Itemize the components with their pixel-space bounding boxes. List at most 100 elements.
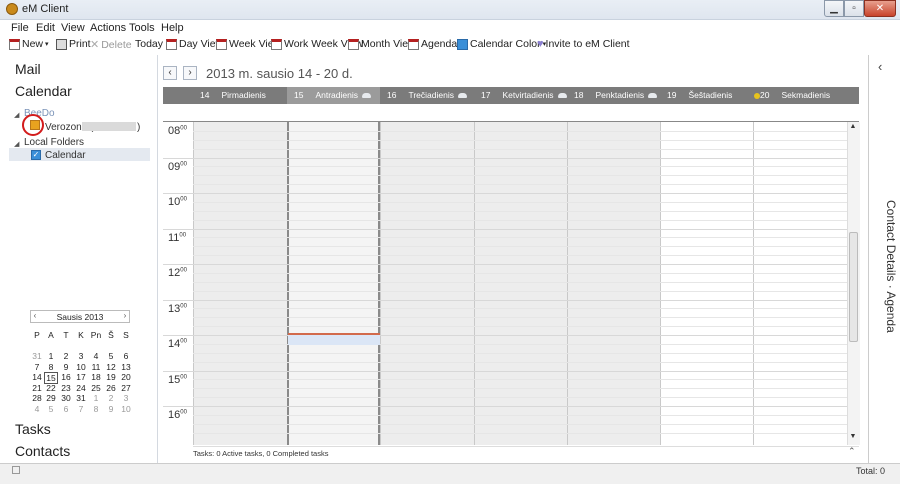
collapse-triangle-icon[interactable]: ◢ <box>14 140 19 148</box>
collapse-triangle-icon[interactable]: ◢ <box>14 111 19 119</box>
quarter-gridline <box>193 379 847 381</box>
menu-actions[interactable]: Actions <box>90 22 126 34</box>
minical-day[interactable]: 9 <box>104 404 118 414</box>
all-day-row[interactable] <box>163 104 859 122</box>
calendar-color-button[interactable]: Calendar Color ▾ <box>457 38 546 50</box>
minical-day[interactable]: 23 <box>59 383 73 393</box>
minical-day[interactable]: 8 <box>89 404 103 414</box>
minical-day[interactable]: 7 <box>30 362 44 372</box>
scrollbar-thumb[interactable] <box>849 232 858 342</box>
day-header[interactable]: 17 Ketvirtadienis <box>474 87 567 104</box>
chevron-left-icon[interactable]: ‹ <box>878 59 882 74</box>
minical-day[interactable]: 5 <box>44 404 58 414</box>
minical-day[interactable]: 13 <box>119 362 133 372</box>
day-header[interactable]: 19 Šeštadienis <box>660 87 761 104</box>
menu-edit[interactable]: Edit <box>36 22 55 34</box>
minical-day[interactable]: 28 <box>30 393 44 403</box>
hour-gridline <box>163 370 847 372</box>
minical-day[interactable]: 25 <box>89 383 103 393</box>
nav-tasks[interactable]: Tasks <box>15 421 51 437</box>
minical-day[interactable]: 18 <box>89 372 103 382</box>
minical-day[interactable]: 8 <box>44 362 58 372</box>
minical-day[interactable]: 27 <box>119 383 133 393</box>
day-header[interactable]: 20 Sekmadienis <box>753 87 859 104</box>
scroll-down-icon[interactable]: ▼ <box>848 433 858 443</box>
day-header[interactable]: 14 Pirmadienis <box>163 87 287 104</box>
minical-day[interactable]: 21 <box>30 383 44 393</box>
month-view-button[interactable]: Month View <box>348 38 416 50</box>
minical-day[interactable]: 22 <box>44 383 58 393</box>
nav-contacts[interactable]: Contacts <box>15 443 70 459</box>
minical-day[interactable]: 30 <box>59 393 73 403</box>
next-week-button[interactable]: › <box>183 66 197 80</box>
minute-value: 00 <box>180 196 187 203</box>
minical-day[interactable]: 20 <box>119 372 133 382</box>
minical-day[interactable]: 3 <box>74 351 88 361</box>
scroll-up-icon[interactable]: ▲ <box>848 123 858 133</box>
agenda-button[interactable]: Agenda <box>408 38 457 50</box>
minical-next-icon[interactable]: › <box>120 310 130 323</box>
day-view-button[interactable]: Day View <box>166 38 223 50</box>
invite-button[interactable]: ♥ Invite to eM Client <box>537 38 630 50</box>
minical-day[interactable]: 10 <box>74 362 88 372</box>
close-button[interactable]: ✕ <box>864 0 896 17</box>
total-count: Total: 0 <box>856 466 886 476</box>
minical-day[interactable]: 1 <box>89 393 103 403</box>
minical-day[interactable]: 31 <box>74 393 88 403</box>
minical-day[interactable]: 14 <box>30 372 44 382</box>
contact-details-agenda-tab[interactable]: Contact Details · Agenda <box>884 200 898 333</box>
agenda-icon <box>408 38 419 50</box>
minimize-button[interactable]: ▁ <box>824 0 844 17</box>
date-range-title: 2013 m. sausio 14 - 20 d. <box>206 66 353 81</box>
prev-week-button[interactable]: ‹ <box>163 66 177 80</box>
minical-day[interactable]: 9 <box>59 362 73 372</box>
minical-day[interactable]: 17 <box>74 372 88 382</box>
minical-day[interactable]: 10 <box>119 404 133 414</box>
minical-day[interactable]: 31 <box>30 351 44 361</box>
print-button[interactable]: Print <box>56 38 91 50</box>
hour-gridline <box>163 406 847 407</box>
new-button[interactable]: New ▾ <box>9 38 49 50</box>
tree-local-folders[interactable]: Local Folders <box>24 137 84 148</box>
minical-day[interactable]: 4 <box>89 351 103 361</box>
menu-help[interactable]: Help <box>161 22 184 34</box>
minical-day[interactable]: 11 <box>89 362 103 372</box>
selected-time-slot[interactable] <box>288 335 380 345</box>
day-header[interactable]: 18 Penktadienis <box>567 87 660 104</box>
minical-day[interactable]: 12 <box>104 362 118 372</box>
redacted-text <box>82 122 136 131</box>
minical-prev-icon[interactable]: ‹ <box>30 310 40 323</box>
nav-calendar[interactable]: Calendar <box>15 83 72 99</box>
maximize-button[interactable]: ▫ <box>844 0 864 17</box>
minical-day[interactable]: 19 <box>104 372 118 382</box>
checkbox-icon[interactable]: ✓ <box>31 150 41 160</box>
nav-mail[interactable]: Mail <box>15 61 41 77</box>
minical-day[interactable]: 5 <box>104 351 118 361</box>
minical-weekday: Pn <box>90 330 102 340</box>
minical-day[interactable]: 6 <box>59 404 73 414</box>
menu-view[interactable]: View <box>61 22 85 34</box>
minical-day[interactable]: 2 <box>59 351 73 361</box>
day-header[interactable]: 15 Antradienis <box>287 87 380 104</box>
tree-local-calendar[interactable]: Calendar <box>45 150 86 161</box>
hour-label: 1000 <box>168 196 187 208</box>
day-name: Trečiadienis <box>408 90 454 100</box>
day-header[interactable]: 16 Trečiadienis <box>380 87 474 104</box>
minical-day[interactable]: 2 <box>104 393 118 403</box>
minical-day[interactable]: 3 <box>119 393 133 403</box>
minical-day[interactable]: 6 <box>119 351 133 361</box>
collapse-up-icon[interactable]: ⌃ <box>848 446 856 457</box>
minical-day[interactable]: 7 <box>74 404 88 414</box>
today-button[interactable]: Today <box>135 38 163 50</box>
minical-day[interactable]: 29 <box>44 393 58 403</box>
delete-button[interactable]: ✕ Delete <box>90 38 132 52</box>
quarter-gridline <box>193 423 847 425</box>
week-view-icon <box>216 38 227 50</box>
minical-day[interactable]: 1 <box>44 351 58 361</box>
menu-tools[interactable]: Tools <box>129 22 155 34</box>
menu-file[interactable]: File <box>11 22 29 34</box>
minical-day[interactable]: 24 <box>74 383 88 393</box>
minical-day[interactable]: 4 <box>30 404 44 414</box>
minical-day[interactable]: 16 <box>59 372 73 382</box>
minical-day[interactable]: 26 <box>104 383 118 393</box>
